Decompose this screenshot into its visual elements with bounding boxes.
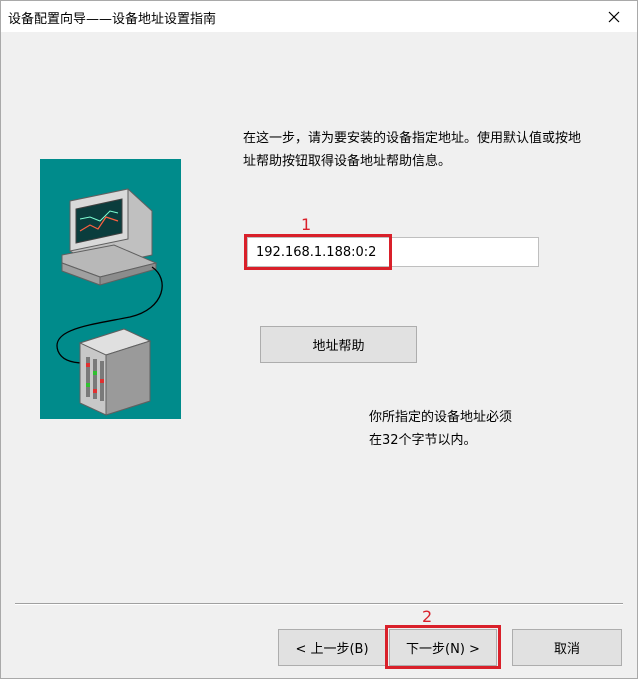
device-illustration — [40, 159, 181, 419]
wizard-dialog: 设备配置向导——设备地址设置指南 在这一步，请为要安装的设备指定地址。使用默认值… — [0, 0, 638, 679]
step-description: 在这一步，请为要安装的设备指定地址。使用默认值或按地址帮助按钮取得设备地址帮助信… — [243, 131, 582, 169]
annotation-marker-2: 2 — [422, 607, 433, 626]
device-address-input[interactable] — [247, 237, 539, 267]
close-icon — [608, 11, 620, 22]
cancel-button[interactable]: 取消 — [512, 629, 622, 666]
annotation-marker-1: 1 — [301, 215, 312, 234]
note-line-1: 你所指定的设备地址必须 — [369, 410, 513, 425]
footer-separator — [15, 603, 623, 605]
close-button[interactable] — [591, 1, 637, 32]
address-limit-note: 你所指定的设备地址必须 在32个字节以内。 — [369, 406, 512, 452]
back-button[interactable]: < 上一步(B) — [278, 629, 386, 666]
note-line-2: 在32个字节以内。 — [369, 433, 477, 448]
title-bar: 设备配置向导——设备地址设置指南 — [1, 1, 637, 32]
window-title: 设备配置向导——设备地址设置指南 — [8, 12, 217, 27]
address-help-button[interactable]: 地址帮助 — [260, 326, 417, 363]
next-button[interactable]: 下一步(N) > — [389, 629, 497, 666]
computer-device-icon — [56, 188, 163, 416]
